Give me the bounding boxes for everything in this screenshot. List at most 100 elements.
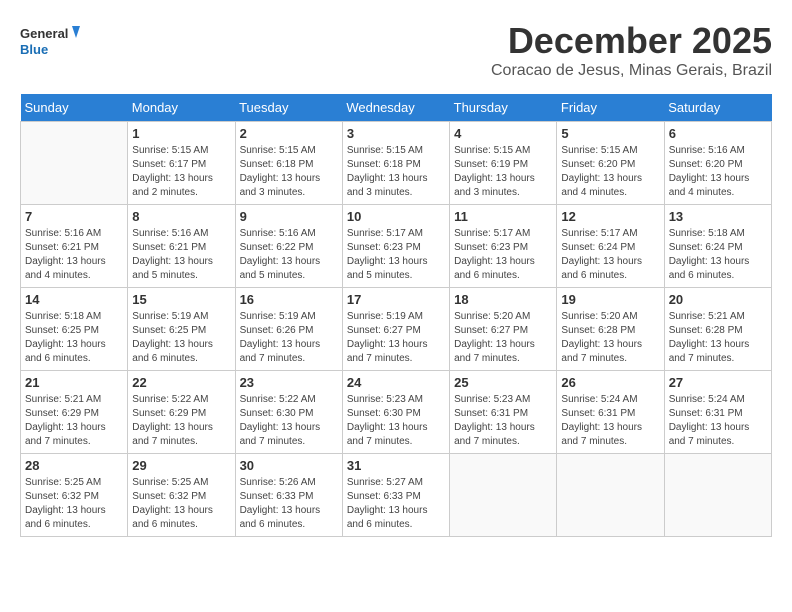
svg-text:Blue: Blue — [20, 42, 48, 57]
calendar-day-header: Friday — [557, 94, 664, 122]
svg-text:General: General — [20, 26, 68, 41]
day-info: Sunrise: 5:15 AM Sunset: 6:18 PM Dayligh… — [347, 144, 445, 200]
day-info: Sunrise: 5:19 AM Sunset: 6:26 PM Dayligh… — [240, 310, 338, 366]
day-info: Sunrise: 5:16 AM Sunset: 6:20 PM Dayligh… — [669, 144, 767, 200]
calendar-week-row: 1 Sunrise: 5:15 AM Sunset: 6:17 PM Daylig… — [21, 122, 772, 205]
day-info: Sunrise: 5:16 AM Sunset: 6:21 PM Dayligh… — [132, 227, 230, 283]
day-number: 27 — [669, 375, 767, 390]
logo-svg: General Blue — [20, 20, 80, 65]
day-info: Sunrise: 5:24 AM Sunset: 6:31 PM Dayligh… — [669, 393, 767, 449]
day-info: Sunrise: 5:23 AM Sunset: 6:31 PM Dayligh… — [454, 393, 552, 449]
calendar-header-row: SundayMondayTuesdayWednesdayThursdayFrid… — [21, 94, 772, 122]
day-info: Sunrise: 5:16 AM Sunset: 6:22 PM Dayligh… — [240, 227, 338, 283]
day-info: Sunrise: 5:16 AM Sunset: 6:21 PM Dayligh… — [25, 227, 123, 283]
calendar-day-cell: 13 Sunrise: 5:18 AM Sunset: 6:24 PM Dayli… — [664, 205, 771, 288]
day-number: 6 — [669, 126, 767, 141]
day-number: 31 — [347, 458, 445, 473]
day-info: Sunrise: 5:23 AM Sunset: 6:30 PM Dayligh… — [347, 393, 445, 449]
day-number: 1 — [132, 126, 230, 141]
day-number: 16 — [240, 292, 338, 307]
calendar-day-cell: 11Sunrise: 5:17 AM Sunset: 6:23 PM Dayli… — [450, 205, 557, 288]
calendar-day-cell — [450, 454, 557, 537]
calendar-day-cell: 6 Sunrise: 5:16 AM Sunset: 6:20 PM Daylig… — [664, 122, 771, 205]
day-number: 14 — [25, 292, 123, 307]
calendar-week-row: 7Sunrise: 5:16 AM Sunset: 6:21 PM Daylig… — [21, 205, 772, 288]
calendar-day-cell: 28 Sunrise: 5:25 AM Sunset: 6:32 PM Dayli… — [21, 454, 128, 537]
calendar-week-row: 21 Sunrise: 5:21 AM Sunset: 6:29 PM Dayli… — [21, 371, 772, 454]
day-number: 4 — [454, 126, 552, 141]
day-number: 12 — [561, 209, 659, 224]
calendar-day-cell: 20Sunrise: 5:21 AM Sunset: 6:28 PM Dayli… — [664, 288, 771, 371]
day-info: Sunrise: 5:22 AM Sunset: 6:30 PM Dayligh… — [240, 393, 338, 449]
calendar-day-cell: 19 Sunrise: 5:20 AM Sunset: 6:28 PM Dayli… — [557, 288, 664, 371]
calendar-table: SundayMondayTuesdayWednesdayThursdayFrid… — [20, 94, 772, 537]
day-info: Sunrise: 5:20 AM Sunset: 6:28 PM Dayligh… — [561, 310, 659, 366]
calendar-day-cell: 10Sunrise: 5:17 AM Sunset: 6:23 PM Dayli… — [342, 205, 449, 288]
calendar-day-cell: 17Sunrise: 5:19 AM Sunset: 6:27 PM Dayli… — [342, 288, 449, 371]
day-number: 15 — [132, 292, 230, 307]
day-number: 24 — [347, 375, 445, 390]
day-info: Sunrise: 5:22 AM Sunset: 6:29 PM Dayligh… — [132, 393, 230, 449]
day-number: 20 — [669, 292, 767, 307]
day-info: Sunrise: 5:15 AM Sunset: 6:18 PM Dayligh… — [240, 144, 338, 200]
calendar-day-cell: 9 Sunrise: 5:16 AM Sunset: 6:22 PM Daylig… — [235, 205, 342, 288]
day-number: 2 — [240, 126, 338, 141]
day-number: 29 — [132, 458, 230, 473]
calendar-day-header: Wednesday — [342, 94, 449, 122]
day-info: Sunrise: 5:15 AM Sunset: 6:19 PM Dayligh… — [454, 144, 552, 200]
calendar-day-cell: 22 Sunrise: 5:22 AM Sunset: 6:29 PM Dayli… — [128, 371, 235, 454]
day-number: 22 — [132, 375, 230, 390]
day-info: Sunrise: 5:26 AM Sunset: 6:33 PM Dayligh… — [240, 476, 338, 532]
day-info: Sunrise: 5:27 AM Sunset: 6:33 PM Dayligh… — [347, 476, 445, 532]
day-info: Sunrise: 5:15 AM Sunset: 6:20 PM Dayligh… — [561, 144, 659, 200]
day-number: 8 — [132, 209, 230, 224]
calendar-day-cell: 23 Sunrise: 5:22 AM Sunset: 6:30 PM Dayli… — [235, 371, 342, 454]
calendar-day-cell: 8 Sunrise: 5:16 AM Sunset: 6:21 PM Daylig… — [128, 205, 235, 288]
calendar-day-cell: 5 Sunrise: 5:15 AM Sunset: 6:20 PM Daylig… — [557, 122, 664, 205]
day-info: Sunrise: 5:19 AM Sunset: 6:27 PM Dayligh… — [347, 310, 445, 366]
day-number: 3 — [347, 126, 445, 141]
day-number: 21 — [25, 375, 123, 390]
calendar-day-cell: 3 Sunrise: 5:15 AM Sunset: 6:18 PM Daylig… — [342, 122, 449, 205]
title-section: December 2025 Coracao de Jesus, Minas Ge… — [491, 20, 772, 80]
day-info: Sunrise: 5:18 AM Sunset: 6:24 PM Dayligh… — [669, 227, 767, 283]
calendar-day-header: Tuesday — [235, 94, 342, 122]
day-info: Sunrise: 5:25 AM Sunset: 6:32 PM Dayligh… — [25, 476, 123, 532]
day-number: 28 — [25, 458, 123, 473]
calendar-day-cell: 16 Sunrise: 5:19 AM Sunset: 6:26 PM Dayli… — [235, 288, 342, 371]
calendar-day-header: Sunday — [21, 94, 128, 122]
calendar-week-row: 28 Sunrise: 5:25 AM Sunset: 6:32 PM Dayli… — [21, 454, 772, 537]
calendar-day-cell — [21, 122, 128, 205]
day-number: 18 — [454, 292, 552, 307]
day-info: Sunrise: 5:21 AM Sunset: 6:29 PM Dayligh… — [25, 393, 123, 449]
day-number: 10 — [347, 209, 445, 224]
day-number: 13 — [669, 209, 767, 224]
calendar-day-cell: 15Sunrise: 5:19 AM Sunset: 6:25 PM Dayli… — [128, 288, 235, 371]
day-info: Sunrise: 5:25 AM Sunset: 6:32 PM Dayligh… — [132, 476, 230, 532]
calendar-subtitle: Coracao de Jesus, Minas Gerais, Brazil — [491, 62, 772, 80]
calendar-day-cell: 29 Sunrise: 5:25 AM Sunset: 6:32 PM Dayli… — [128, 454, 235, 537]
calendar-day-cell: 30Sunrise: 5:26 AM Sunset: 6:33 PM Dayli… — [235, 454, 342, 537]
calendar-day-cell: 14 Sunrise: 5:18 AM Sunset: 6:25 PM Dayli… — [21, 288, 128, 371]
day-info: Sunrise: 5:15 AM Sunset: 6:17 PM Dayligh… — [132, 144, 230, 200]
logo: General Blue — [20, 20, 80, 65]
calendar-week-row: 14 Sunrise: 5:18 AM Sunset: 6:25 PM Dayli… — [21, 288, 772, 371]
calendar-day-cell — [664, 454, 771, 537]
day-info: Sunrise: 5:18 AM Sunset: 6:25 PM Dayligh… — [25, 310, 123, 366]
calendar-day-header: Saturday — [664, 94, 771, 122]
calendar-day-header: Monday — [128, 94, 235, 122]
calendar-day-cell: 4 Sunrise: 5:15 AM Sunset: 6:19 PM Daylig… — [450, 122, 557, 205]
calendar-day-cell: 18Sunrise: 5:20 AM Sunset: 6:27 PM Dayli… — [450, 288, 557, 371]
day-number: 5 — [561, 126, 659, 141]
calendar-day-cell: 27 Sunrise: 5:24 AM Sunset: 6:31 PM Dayli… — [664, 371, 771, 454]
day-number: 9 — [240, 209, 338, 224]
day-info: Sunrise: 5:17 AM Sunset: 6:24 PM Dayligh… — [561, 227, 659, 283]
calendar-day-cell: 12 Sunrise: 5:17 AM Sunset: 6:24 PM Dayli… — [557, 205, 664, 288]
day-number: 26 — [561, 375, 659, 390]
calendar-day-cell: 21 Sunrise: 5:21 AM Sunset: 6:29 PM Dayli… — [21, 371, 128, 454]
day-number: 23 — [240, 375, 338, 390]
day-number: 19 — [561, 292, 659, 307]
calendar-day-cell: 25Sunrise: 5:23 AM Sunset: 6:31 PM Dayli… — [450, 371, 557, 454]
day-number: 11 — [454, 209, 552, 224]
day-info: Sunrise: 5:24 AM Sunset: 6:31 PM Dayligh… — [561, 393, 659, 449]
